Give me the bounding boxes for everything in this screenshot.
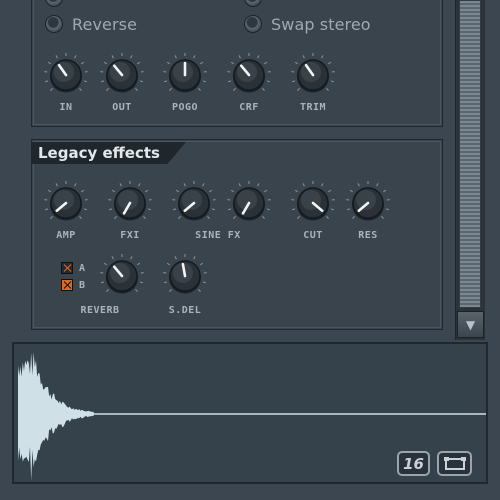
legacy-effects-title: Legacy effects [31,142,191,164]
fx-knob[interactable] [226,180,272,226]
swap-stereo-radio-dot[interactable] [244,15,262,33]
sdel-label: S.DEL [168,305,202,316]
reverse-radio-dot[interactable] [45,15,63,33]
in-knob[interactable] [43,52,89,98]
reverb-b-checkbox[interactable] [61,279,73,291]
reverb-b-toggle[interactable]: B [61,279,85,291]
reverse-label: Reverse [72,14,138,34]
vertical-scrollbar[interactable]: ▼ [455,0,485,340]
fxi-knob[interactable] [107,180,153,226]
reverse-radio[interactable]: Reverse [45,12,137,36]
cut-knob[interactable] [290,180,336,226]
sdel-knob[interactable] [162,253,208,299]
fxi-label: FXI [120,230,140,241]
amp-label: AMP [56,230,76,241]
arrow-down-icon: ▼ [465,317,476,332]
reverse-option[interactable] [45,0,63,10]
crf-label: CRF [239,102,259,113]
legacy-effects-title-text: Legacy effects [38,144,160,162]
pogo-label: POGO [171,102,199,113]
radio-dot[interactable] [244,0,262,7]
sine-knob[interactable] [171,180,217,226]
reverb-knob[interactable] [99,253,145,299]
reverb-a-checkbox[interactable] [61,262,73,274]
sine-fx-label: SINE FX [195,230,241,241]
scroll-down-button[interactable]: ▼ [457,311,484,338]
pogo-knob[interactable] [162,52,208,98]
reverb-label: REVERB [80,305,120,316]
swap-option-top[interactable] [244,0,262,10]
crf-knob[interactable] [226,52,272,98]
radio-dot[interactable] [45,0,63,7]
out-label: OUT [112,102,132,113]
res-knob[interactable] [345,180,391,226]
reverb-a-toggle[interactable]: A [61,262,85,274]
scrollbar-thumb[interactable] [459,0,481,308]
reverb-a-label: A [79,262,86,274]
amp-knob[interactable] [43,180,89,226]
trim-label: TRIM [299,102,327,113]
swap-stereo-label: Swap stereo [271,14,371,34]
reverb-b-label: B [79,279,86,291]
swap-stereo-radio[interactable]: Swap stereo [244,12,371,36]
out-knob[interactable] [99,52,145,98]
loop-button[interactable] [437,451,472,476]
resolution-label: 16 [403,454,424,473]
resolution-button[interactable]: 16 [397,451,430,476]
loop-icon [443,457,466,470]
trim-knob[interactable] [290,52,336,98]
res-label: RES [358,230,378,241]
